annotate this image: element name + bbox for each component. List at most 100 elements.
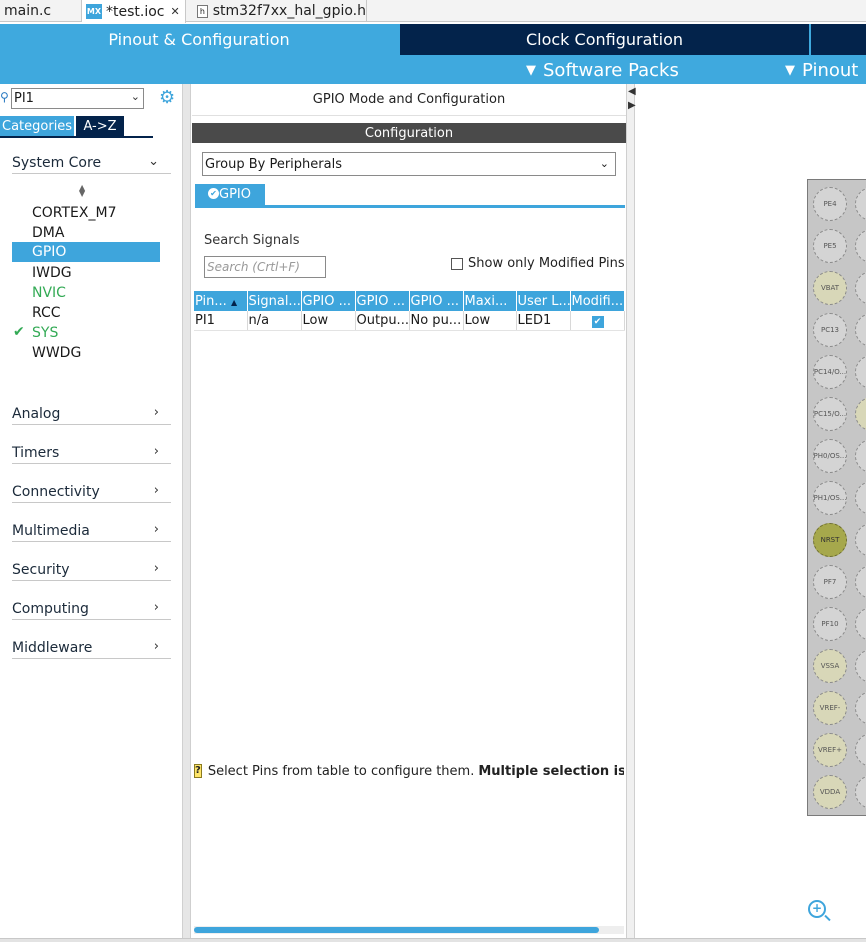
sidebar-item-sys[interactable]: ✔ SYS xyxy=(12,323,160,343)
editor-tab-test-ioc[interactable]: MX *test.ioc ✕ xyxy=(82,0,186,23)
pin-second-column[interactable] xyxy=(855,733,866,767)
column-header-pin[interactable]: Pin... ▲ xyxy=(194,291,248,311)
software-packs-menu[interactable]: ▼ Software Packs xyxy=(526,57,679,83)
scrollbar-thumb[interactable] xyxy=(194,927,599,933)
pin-pc13[interactable]: PC13 xyxy=(813,313,847,347)
pin-pf7[interactable]: PF7 xyxy=(813,565,847,599)
panel-title: GPIO Mode and Configuration xyxy=(192,84,626,116)
sidebar-item-cortex-m7[interactable]: CORTEX_M7 xyxy=(12,203,160,223)
table-row[interactable]: PI1 n/a Low Outpu... No pu... Low LED1 ✔ xyxy=(194,311,625,331)
tab-pinout-configuration[interactable]: Pinout & Configuration xyxy=(0,24,398,55)
cell-pull[interactable]: No pu... xyxy=(409,311,464,331)
cell-signal[interactable]: n/a xyxy=(247,311,302,331)
header-label: Pin... xyxy=(195,293,227,309)
pin-vref-minus[interactable]: VREF- xyxy=(813,691,847,725)
show-modified-checkbox[interactable] xyxy=(451,258,463,270)
sort-icon[interactable]: ▲ ▼ xyxy=(79,184,85,198)
category-multimedia[interactable]: Multimedia › xyxy=(12,520,171,542)
peripheral-search-combo[interactable]: PI1 ⌄ xyxy=(11,88,144,109)
pin-pc14[interactable]: PC14/O... xyxy=(813,355,847,389)
column-header-gpio-mode[interactable]: GPIO ... xyxy=(355,291,410,311)
panel-collapse-strip[interactable]: ◀ ▶ xyxy=(626,84,636,938)
sidebar-item-iwdg[interactable]: IWDG xyxy=(12,263,160,283)
category-computing[interactable]: Computing › xyxy=(12,598,171,620)
expand-arrow-icon[interactable]: ▶ xyxy=(628,100,636,111)
help-icon: ? xyxy=(194,764,202,778)
pin-second-column[interactable] xyxy=(855,565,866,599)
column-header-gpio-output-level[interactable]: GPIO ... xyxy=(301,291,356,311)
item-label: IWDG xyxy=(32,265,72,281)
tab-clock-configuration[interactable]: Clock Configuration xyxy=(400,24,809,55)
cell-max-speed[interactable]: Low xyxy=(463,311,517,331)
sidebar-item-wwdg[interactable]: WWDG xyxy=(12,343,160,363)
tab-categories[interactable]: Categories xyxy=(0,116,74,136)
category-security[interactable]: Security › xyxy=(12,559,171,581)
category-label: Middleware xyxy=(12,639,93,656)
category-analog[interactable]: Analog › xyxy=(12,403,171,425)
cell-modified[interactable]: ✔ xyxy=(570,311,625,331)
checkmark-icon: ✔ xyxy=(13,324,25,340)
pin-second-column[interactable] xyxy=(855,355,866,389)
pin-second-column[interactable] xyxy=(855,271,866,305)
sidebar-item-rcc[interactable]: RCC xyxy=(12,303,160,323)
pin-second-column[interactable] xyxy=(855,481,866,515)
chevron-down-icon[interactable]: ⌄ xyxy=(131,90,140,103)
sidebar-item-gpio[interactable]: GPIO xyxy=(12,242,160,262)
pin-second-column[interactable] xyxy=(855,313,866,347)
editor-tab-hal-gpio-h[interactable]: h stm32f7xx_hal_gpio.h xyxy=(187,0,367,22)
column-header-modified[interactable]: Modifi... xyxy=(570,291,625,311)
column-header-user-label[interactable]: User L... xyxy=(516,291,571,311)
collapse-arrow-icon[interactable]: ◀ xyxy=(628,86,636,97)
search-signals-input[interactable]: Search (Crtl+F) xyxy=(204,256,326,278)
pin-second-column[interactable] xyxy=(855,649,866,683)
pin-vssa[interactable]: VSSA xyxy=(813,649,847,683)
pin-second-column[interactable] xyxy=(855,439,866,473)
left-panel-scrollbar[interactable] xyxy=(183,84,191,938)
pin-second-column[interactable] xyxy=(855,691,866,725)
pin-vref-plus[interactable]: VREF+ xyxy=(813,733,847,767)
pin-second-column[interactable] xyxy=(855,187,866,221)
category-system-core[interactable]: System Core ⌄ xyxy=(12,152,171,174)
pin-second-column[interactable] xyxy=(855,607,866,641)
pin-second-column[interactable] xyxy=(855,523,866,557)
header-file-icon: h xyxy=(197,4,208,18)
sidebar-item-dma[interactable]: DMA xyxy=(12,223,160,243)
category-middleware[interactable]: Middleware › xyxy=(12,637,171,659)
category-connectivity[interactable]: Connectivity › xyxy=(12,481,171,503)
pinout-menu[interactable]: ▼ Pinout xyxy=(785,57,858,83)
close-icon[interactable]: ✕ xyxy=(171,5,180,18)
horizontal-scrollbar[interactable] xyxy=(194,926,624,934)
editor-tab-bar: main.c MX *test.ioc ✕ h stm32f7xx_hal_gp… xyxy=(0,0,866,23)
pin-ph0[interactable]: PH0/OS... xyxy=(813,439,847,473)
pin-vdda[interactable]: VDDA xyxy=(813,775,847,809)
cell-output-level[interactable]: Low xyxy=(301,311,356,331)
group-by-select[interactable]: Group By Peripherals ⌄ xyxy=(202,152,616,176)
bottom-border xyxy=(0,938,866,942)
item-label: WWDG xyxy=(32,345,82,361)
search-signals-label: Search Signals xyxy=(204,233,300,248)
gear-icon[interactable]: ⚙ xyxy=(159,87,175,108)
cell-mode[interactable]: Outpu... xyxy=(355,311,410,331)
pin-second-column[interactable] xyxy=(855,397,866,431)
cell-pin[interactable]: PI1 xyxy=(194,311,248,331)
cell-user-label[interactable]: LED1 xyxy=(516,311,571,331)
modified-checkbox[interactable]: ✔ xyxy=(591,315,604,328)
tab-more[interactable] xyxy=(811,24,866,55)
tab-a-z[interactable]: A->Z xyxy=(76,116,124,136)
pin-second-column[interactable] xyxy=(855,775,866,809)
category-timers[interactable]: Timers › xyxy=(12,442,171,464)
pin-nrst[interactable]: NRST xyxy=(813,523,847,557)
editor-tab-main-c[interactable]: main.c xyxy=(0,0,82,22)
sidebar-item-nvic[interactable]: NVIC xyxy=(12,283,160,303)
column-header-gpio-pull[interactable]: GPIO ... xyxy=(409,291,464,311)
pin-pe5[interactable]: PE5 xyxy=(813,229,847,263)
tab-gpio[interactable]: GPIO xyxy=(195,184,265,205)
pin-vbat[interactable]: VBAT xyxy=(813,271,847,305)
column-header-signal[interactable]: Signal... xyxy=(247,291,302,311)
pin-second-column[interactable] xyxy=(855,229,866,263)
column-header-max-speed[interactable]: Maxi... xyxy=(463,291,517,311)
pin-pe4[interactable]: PE4 xyxy=(813,187,847,221)
pin-ph1[interactable]: PH1/OS... xyxy=(813,481,847,515)
pin-pf10[interactable]: PF10 xyxy=(813,607,847,641)
pin-pc15[interactable]: PC15/O... xyxy=(813,397,847,431)
